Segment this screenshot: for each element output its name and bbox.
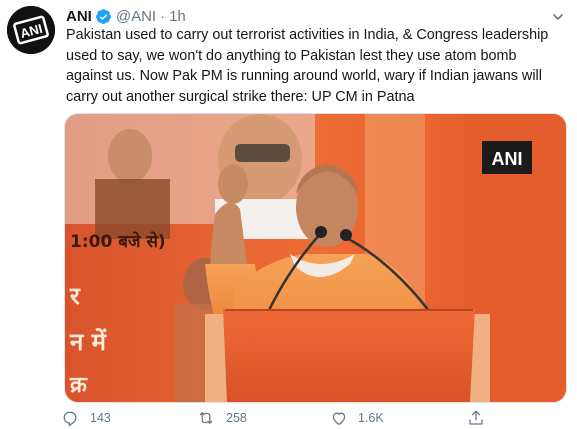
svg-text:र: र <box>69 282 81 310</box>
photo-speaker-at-rally: 1:00 बजे से) र न में क्र ANI <box>65 114 566 402</box>
author-handle[interactable]: @ANI <box>116 8 156 25</box>
reply-icon <box>62 409 80 427</box>
share-button[interactable] <box>467 409 485 427</box>
retweet-icon <box>196 409 216 427</box>
tweet-actions: 143 258 1.6K <box>62 409 512 429</box>
svg-text:ANI: ANI <box>492 149 523 169</box>
svg-text:न में: न में <box>69 328 108 356</box>
like-icon <box>330 409 348 427</box>
like-button[interactable]: 1.6K <box>330 409 384 427</box>
like-count: 1.6K <box>358 411 384 425</box>
verified-icon <box>95 8 112 25</box>
timestamp[interactable]: 1h <box>169 8 186 25</box>
avatar[interactable]: ANI <box>7 6 55 54</box>
retweet-count: 258 <box>226 411 247 425</box>
retweet-button[interactable]: 258 <box>196 409 247 427</box>
tweet-text: Pakistan used to carry out terrorist act… <box>66 27 549 105</box>
reply-button[interactable]: 143 <box>62 409 111 427</box>
share-icon <box>467 409 485 427</box>
chevron-down-icon[interactable] <box>549 8 567 26</box>
reply-count: 143 <box>90 411 111 425</box>
separator-dot: · <box>160 7 166 25</box>
svg-text:क्र: क्र <box>69 373 88 398</box>
author-name[interactable]: ANI <box>66 8 92 25</box>
tweet-media-image[interactable]: 1:00 बजे से) र न में क्र ANI <box>64 113 567 403</box>
tweet-header: ANI @ANI · 1h <box>66 6 186 26</box>
ani-logo: ANI <box>7 6 55 54</box>
svg-text:1:00 बजे से): 1:00 बजे से) <box>70 231 166 252</box>
